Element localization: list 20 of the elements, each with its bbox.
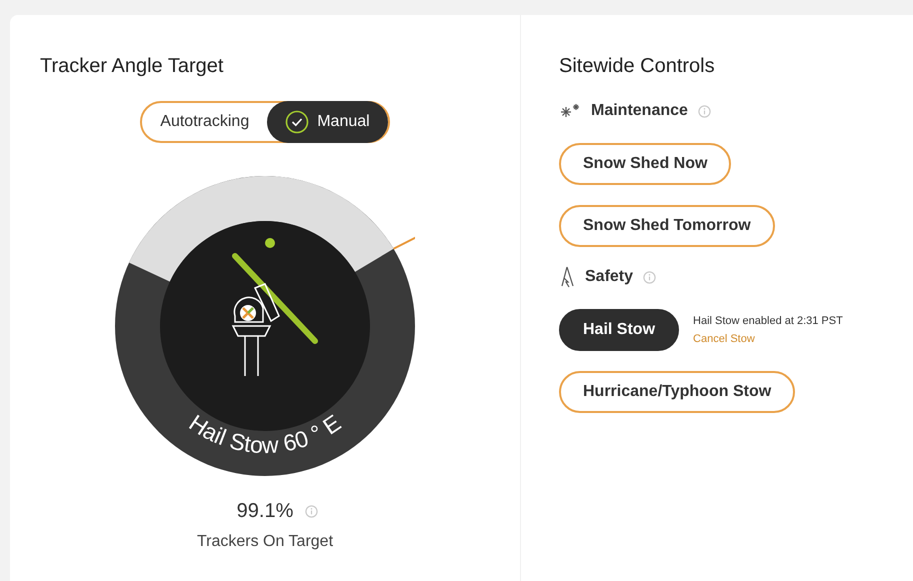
section-title: Safety <box>585 267 634 287</box>
mode-option[interactable]: Autotracking <box>142 101 268 143</box>
info-icon[interactable] <box>305 504 318 518</box>
lightning-rod-icon <box>559 266 575 288</box>
info-icon[interactable] <box>643 270 656 284</box>
action-button[interactable]: Hurricane/Typhoon Stow <box>559 371 796 413</box>
action-button[interactable]: Snow Shed Now <box>559 143 732 185</box>
percentage-value: 99.1% <box>236 499 294 524</box>
check-circle-icon <box>285 110 310 134</box>
panel-title: Sitewide Controls <box>559 54 716 79</box>
snowflake-icon <box>559 103 581 119</box>
mode-option[interactable]: Manual <box>267 101 388 143</box>
action-button[interactable]: Hail Stow <box>559 309 680 351</box>
action-button[interactable]: Snow Shed Tomorrow <box>559 205 775 247</box>
panel-title: Tracker Angle Target <box>40 54 224 79</box>
section-title: Maintenance <box>591 101 688 121</box>
status-text: Hail Stow enabled at 2:31 PST <box>693 314 843 328</box>
percentage-label: Trackers On Target <box>196 532 334 552</box>
info-icon[interactable] <box>698 104 711 118</box>
gauge-drawing: Hail Stow 60 ° E <box>115 176 415 476</box>
